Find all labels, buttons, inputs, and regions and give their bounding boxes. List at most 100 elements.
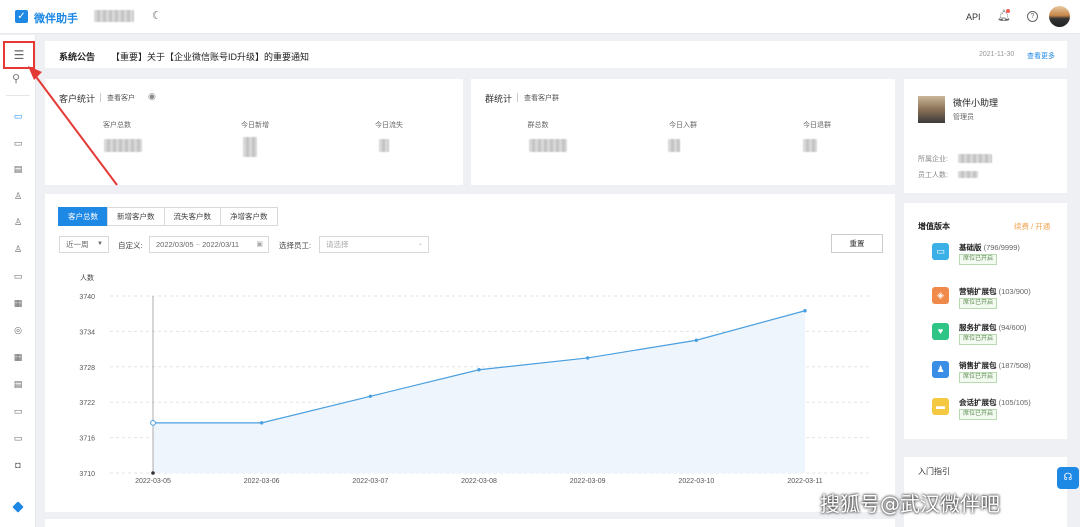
next-panel (45, 519, 895, 527)
staff-count-label: 员工人数: (918, 172, 948, 179)
vas-count: (796/9999) (983, 243, 1020, 252)
y-tick-label: 3734 (79, 329, 95, 336)
vas-count: (105/105) (998, 398, 1031, 407)
chart-icon[interactable]: ▭ (12, 432, 24, 444)
value-added-card: 增值版本 续费 / 开通 ▭ 基础版 (796/9999) 席位已开启 ◈ 营销… (904, 203, 1067, 439)
user-icon[interactable]: ♙ (12, 190, 24, 202)
monitor-icon[interactable]: ▭ (12, 137, 24, 149)
y-tick-label: 3710 (79, 471, 95, 478)
view-groups-link[interactable]: 查看客户群 (524, 93, 559, 103)
seat-enabled-badge: 席位已开启 (959, 254, 998, 265)
heart-hand-icon: ♥ (932, 323, 949, 340)
guide-title: 入门指引 (918, 467, 950, 476)
y-tick-label: 3740 (79, 294, 95, 301)
customer-trend-chart: 人数 3710 3716 3722 3728 3734 3740 2022-03-05 2022… (79, 273, 871, 485)
x-tick-label: 2022-03-08 (461, 478, 497, 485)
vas-count: (103/900) (998, 287, 1031, 296)
y-tick-label: 3716 (79, 436, 95, 443)
x-tick-label: 2022-03-11 (787, 478, 822, 485)
data-point (694, 338, 699, 342)
apps-icon[interactable]: ▦ (12, 297, 24, 309)
settings-icon[interactable]: ◎ (12, 324, 24, 336)
users-icon: ♟ (932, 361, 949, 378)
help-icon[interactable]: ? (1027, 11, 1038, 22)
view-customers-link[interactable]: 查看客户 (107, 93, 135, 103)
stat-label-total: 客户总数 (103, 122, 131, 129)
y-tick-label: 3728 (79, 365, 95, 372)
customer-service-icon[interactable]: ☊ (1057, 467, 1079, 489)
trend-chart-panel: 客户总数 新增客户数 流失客户数 净增客户数 近一周 ▼ 自定义: 2022/0… (45, 194, 895, 512)
stat-label-new: 今日新增 (241, 122, 269, 129)
data-point (585, 356, 590, 360)
seat-enabled-badge: 席位已开启 (959, 334, 998, 345)
blurred-value (243, 137, 257, 157)
data-point (803, 309, 807, 313)
data-point (368, 394, 373, 399)
app-title: 微伴助手 (34, 13, 78, 25)
sidebar-divider (6, 95, 30, 96)
notice-more-link[interactable]: 查看更多 (1027, 51, 1055, 61)
x-tick-label: 2022-03-09 (570, 478, 606, 485)
grid-icon[interactable]: ▦ (12, 351, 24, 363)
vas-name: 营销扩展包 (959, 287, 997, 296)
axis-marker (151, 471, 155, 475)
seat-enabled-badge: 席位已开启 (959, 372, 998, 383)
vas-count: (94/600) (998, 323, 1027, 332)
area-fill (153, 310, 805, 473)
assistant-card: 微伴小助理 管理员 所属企业: 员工人数: (904, 79, 1067, 193)
vas-item-service[interactable]: ♥ 服务扩展包 (94/600) 席位已开启 (926, 320, 1054, 348)
table-icon[interactable]: ▤ (12, 163, 24, 175)
seat-enabled-badge: 席位已开启 (959, 409, 998, 420)
moon-icon[interactable]: ☾ (152, 9, 162, 22)
system-notice: 系统公告 【重要】关于【企业微信账号ID升级】的重要通知 2021-11-30 … (45, 41, 1067, 68)
user-add-icon[interactable]: ♙ (12, 216, 24, 228)
x-tick-label: 2022-03-07 (352, 478, 388, 485)
group-stats-card: 群统计 查看客户群 群总数 今日入群 今日退群 (471, 79, 895, 185)
document-icon[interactable]: ▤ (12, 378, 24, 390)
customer-stats-card: 客户统计 查看客户 ◉ 客户总数 今日新增 今日流失 (45, 79, 463, 185)
notice-date: 2021-11-30 (979, 51, 1015, 58)
group-icon[interactable]: ♙ (12, 243, 24, 255)
vas-item-session[interactable]: ▬ 会话扩展包 (105/105) 席位已开启 (926, 395, 1054, 423)
x-tick-label: 2022-03-05 (135, 478, 171, 485)
vas-count: (187/508) (998, 361, 1031, 370)
data-point (150, 419, 156, 426)
blurred-value (668, 139, 680, 152)
blurred-value (803, 139, 817, 152)
eye-icon[interactable]: ◉ (148, 91, 156, 102)
search-icon[interactable]: ⚲ (12, 72, 20, 85)
blurred-company (958, 154, 992, 163)
assistant-avatar (918, 96, 945, 123)
hamburger-icon[interactable]: ☰ (3, 41, 35, 69)
notice-text[interactable]: 【重要】关于【企业微信账号ID升级】的重要通知 (111, 50, 309, 63)
company-label: 所属企业: (918, 156, 948, 163)
renew-link[interactable]: 续费 / 开通 (1014, 221, 1050, 232)
camera-icon[interactable]: ◘ (12, 459, 24, 471)
user-avatar[interactable] (1049, 6, 1070, 27)
divider (517, 93, 518, 102)
blurred-value (379, 139, 389, 152)
assistant-name: 微伴小助理 (953, 98, 999, 108)
card-icon[interactable]: ▭ (12, 405, 24, 417)
assistant-role: 管理员 (953, 114, 974, 121)
customer-stats-title: 客户统计 (59, 94, 96, 104)
stat-label-groups: 群总数 (527, 122, 549, 129)
sidebar: ⚲ ▭ ▭ ▤ ♙ ♙ ♙ ▭ ▦ ◎ ▦ ▤ ▭ ▭ ◘ (0, 35, 36, 527)
blurred-value (104, 139, 142, 152)
y-tick-label: 3722 (79, 400, 95, 407)
api-link[interactable]: API (966, 12, 981, 22)
data-point (477, 368, 481, 372)
x-tick-label: 2022-03-10 (678, 478, 714, 485)
x-tick-label: 2022-03-06 (244, 478, 280, 485)
stat-label-lost: 今日流失 (375, 122, 403, 129)
image-icon[interactable]: ▭ (12, 270, 24, 282)
blurred-staff-count (958, 171, 978, 178)
vas-item-sales[interactable]: ♟ 销售扩展包 (187/508) 席位已开启 (926, 358, 1054, 386)
seat-enabled-badge: 席位已开启 (959, 298, 998, 309)
group-stats-title: 群统计 (485, 94, 513, 104)
home-icon[interactable]: ▭ (12, 110, 24, 122)
watermark: 搜狐号@武汉微伴吧 (820, 492, 1000, 516)
vas-item-basic[interactable]: ▭ 基础版 (796/9999) 席位已开启 (926, 240, 1054, 268)
vas-item-marketing[interactable]: ◈ 营销扩展包 (103/900) 席位已开启 (926, 284, 1054, 312)
stat-label-left: 今日退群 (803, 122, 831, 129)
